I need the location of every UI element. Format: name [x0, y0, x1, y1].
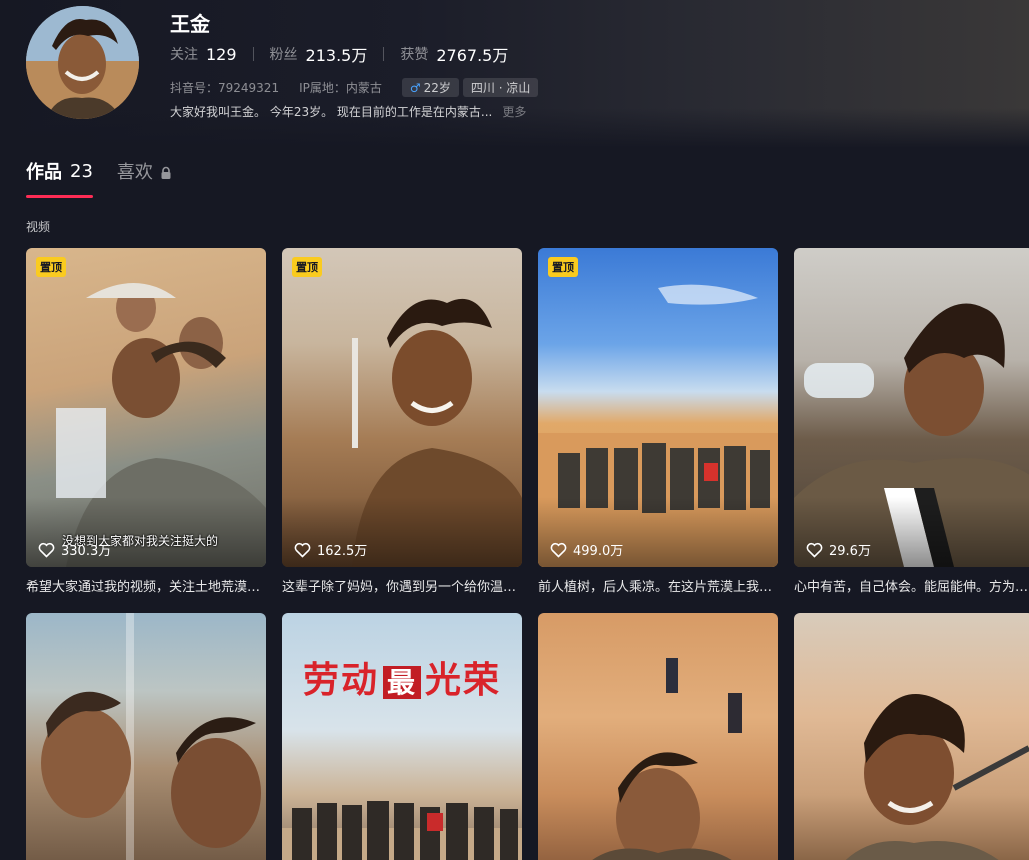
- tab-works[interactable]: 作品 23: [26, 158, 93, 198]
- video-card[interactable]: 置顶 162.5万 这辈子除了妈妈，你遇到另一个给你温暖的人: [282, 248, 522, 595]
- thumbnail-scene: [592, 658, 742, 860]
- heart-icon: [550, 542, 567, 558]
- tab-likes[interactable]: 喜欢: [117, 158, 173, 198]
- video-card[interactable]: [26, 613, 266, 860]
- heart-icon: [294, 542, 311, 558]
- avatar[interactable]: [26, 6, 139, 119]
- tab-likes-label: 喜欢: [116, 162, 153, 183]
- likes-count: 2767.5万: [436, 46, 509, 65]
- profile-stats: 关注 129 粉丝 213.5万 获赞 2767.5万: [170, 42, 508, 66]
- section-label-videos: 视频: [26, 220, 51, 234]
- video-card[interactable]: 劳动最光荣: [282, 613, 522, 860]
- region-tag: 四川 · 凉山: [462, 78, 539, 97]
- video-card[interactable]: [538, 613, 778, 860]
- video-card[interactable]: 29.6万 心中有苦，自己体会。能屈能伸。方为大丈夫: [794, 248, 1029, 595]
- video-card[interactable]: 置顶 499.0万 前人植树，后人乘凉。在这片荒漠上我们种下希望: [538, 248, 778, 595]
- video-likes: 499.0万: [550, 540, 623, 559]
- bio: 大家好我叫王金。 今年23岁。 现在目前的工作是在内蒙古... 更多: [170, 103, 526, 120]
- username: 王金: [170, 12, 210, 36]
- video-grid: 置顶 没想到大家都对我关注挺大的 330.3万 希望大家通过我的视频，关注土地荒…: [26, 248, 1029, 860]
- header-backdrop: [0, 0, 1029, 148]
- followers-label: 粉丝: [269, 47, 298, 63]
- heart-icon: [38, 542, 55, 558]
- thumbnail-scene: [41, 613, 261, 860]
- video-thumbnail[interactable]: [26, 613, 266, 860]
- douyin-id: 抖音号：79249321: [170, 81, 280, 95]
- heart-icon: [806, 542, 823, 558]
- profile-page: 王金 关注 129 粉丝 213.5万 获赞 2767.5万 抖音号：79249…: [0, 0, 1029, 860]
- pinned-badge: 置顶: [292, 257, 322, 277]
- stat-divider: [252, 47, 254, 61]
- profile-meta: 抖音号：79249321 IP属地：内蒙古 ♂ 22岁 四川 · 凉山: [170, 78, 542, 97]
- like-count: 330.3万: [61, 544, 112, 559]
- video-thumbnail[interactable]: 29.6万: [794, 248, 1029, 567]
- video-thumbnail[interactable]: 劳动最光荣: [282, 613, 522, 860]
- bio-more-link[interactable]: 更多: [502, 103, 526, 120]
- like-count: 162.5万: [317, 544, 368, 559]
- video-title[interactable]: 心中有苦，自己体会。能屈能伸。方为大丈夫: [794, 576, 1029, 595]
- male-icon: ♂: [409, 80, 421, 95]
- bio-text: 大家好我叫王金。 今年23岁。 现在目前的工作是在内蒙古...: [170, 105, 493, 119]
- tab-works-label: 作品: [26, 162, 62, 183]
- following-count[interactable]: 129: [206, 45, 237, 64]
- ip-location: IP属地：内蒙古: [299, 81, 382, 95]
- video-title[interactable]: 希望大家通过我的视频，关注土地荒漠化问题: [26, 576, 266, 595]
- age-label: 22岁: [423, 81, 451, 95]
- stat-divider: [383, 47, 385, 61]
- thumbnail-scene: [845, 694, 1029, 860]
- video-thumbnail[interactable]: 置顶 没想到大家都对我关注挺大的 330.3万: [26, 248, 266, 567]
- pinned-badge: 置顶: [548, 257, 578, 277]
- video-thumbnail[interactable]: [794, 613, 1029, 860]
- tab-works-count: 23: [70, 160, 93, 182]
- video-thumbnail[interactable]: [538, 613, 778, 860]
- avatar-photo: [26, 6, 139, 119]
- video-thumbnail[interactable]: 置顶 499.0万: [538, 248, 778, 567]
- like-count: 499.0万: [573, 544, 624, 559]
- followers-count[interactable]: 213.5万: [306, 42, 368, 66]
- video-title[interactable]: 这辈子除了妈妈，你遇到另一个给你温暖的人: [282, 576, 522, 595]
- like-count: 29.6万: [829, 544, 871, 559]
- gender-age-tag: ♂ 22岁: [401, 78, 459, 97]
- video-likes: 162.5万: [294, 540, 367, 559]
- video-likes: 29.6万: [806, 540, 871, 559]
- likes-label: 获赞: [400, 47, 429, 63]
- video-card[interactable]: 置顶 没想到大家都对我关注挺大的 330.3万 希望大家通过我的视频，关注土地荒…: [26, 248, 266, 595]
- video-title[interactable]: 前人植树，后人乘凉。在这片荒漠上我们种下希望: [538, 576, 778, 595]
- lock-icon: [159, 164, 173, 179]
- pinned-badge: 置顶: [36, 257, 66, 277]
- thumbnail-scene: [282, 801, 522, 860]
- video-card[interactable]: [794, 613, 1029, 860]
- following-label: 关注: [170, 47, 198, 63]
- video-thumbnail[interactable]: 置顶 162.5万: [282, 248, 522, 567]
- video-likes: 330.3万: [38, 540, 111, 559]
- profile-tabs: 作品 23 喜欢: [26, 158, 197, 198]
